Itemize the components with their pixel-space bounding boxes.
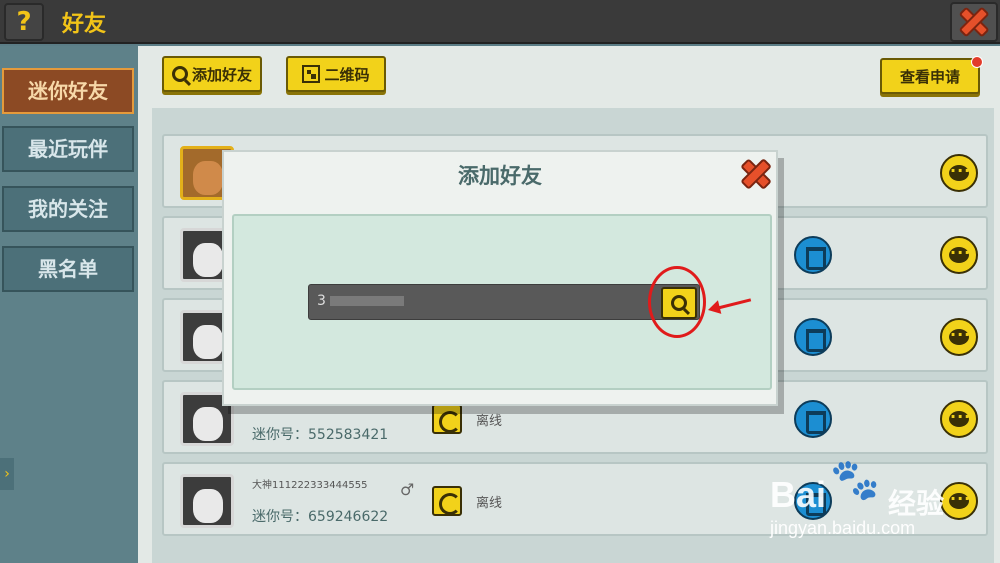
sidebar-expand-handle[interactable]: › <box>0 458 14 490</box>
watermark-url: jingyan.baidu.com <box>770 518 916 538</box>
sidebar-item-recent-players[interactable]: 最近玩伴 <box>2 126 134 172</box>
add-friend-label: 添加好友 <box>191 65 252 84</box>
chat-button[interactable] <box>940 154 978 192</box>
search-icon <box>171 66 188 82</box>
search-input-value: 3 <box>317 293 326 309</box>
delete-friend-button[interactable] <box>794 318 832 356</box>
sidebar-item-blacklist[interactable]: 黑名单 <box>2 246 134 292</box>
blurred-text <box>329 296 404 306</box>
notification-dot <box>971 56 983 68</box>
avatar[interactable] <box>180 474 234 528</box>
dialog-close-icon[interactable] <box>738 156 774 192</box>
mini-number: 迷你号：552583421 <box>252 427 389 443</box>
page-title: 好友 <box>62 12 107 37</box>
nickname: 大神111222333444555 <box>252 480 368 491</box>
top-bar: ? 好友 <box>0 0 1000 44</box>
male-icon: ♂ <box>400 480 415 499</box>
watermark-brand: Bai <box>770 474 827 515</box>
refresh-button[interactable] <box>432 404 462 434</box>
help-button[interactable]: ? <box>4 3 44 41</box>
sidebar: 迷你好友 最近玩伴 我的关注 黑名单 › <box>0 46 138 563</box>
close-button[interactable] <box>950 2 998 42</box>
highlight-circle <box>648 266 706 338</box>
add-friend-button[interactable]: 添加好友 <box>162 56 262 92</box>
dialog-title: 添加好友 <box>458 164 542 188</box>
watermark-brand-cn: 经验 <box>888 487 945 520</box>
chat-button[interactable] <box>940 236 978 274</box>
qr-code-button[interactable]: 二维码 <box>286 56 386 92</box>
delete-friend-button[interactable] <box>794 400 832 438</box>
view-requests-button[interactable]: 查看申请 <box>880 58 980 94</box>
qr-code-label: 二维码 <box>324 65 370 84</box>
paw-icon: 🐾 <box>830 457 880 503</box>
status-text: 离线 <box>476 414 503 429</box>
view-requests-label: 查看申请 <box>899 67 960 86</box>
refresh-button[interactable] <box>432 486 462 516</box>
sidebar-item-following[interactable]: 我的关注 <box>2 186 134 232</box>
search-input[interactable]: 3 <box>308 284 700 320</box>
chat-button[interactable] <box>940 400 978 438</box>
qr-code-icon <box>302 65 321 83</box>
status-text: 离线 <box>476 496 503 511</box>
close-icon <box>956 6 992 38</box>
sidebar-item-mini-friends[interactable]: 迷你好友 <box>2 68 134 114</box>
delete-friend-button[interactable] <box>794 236 832 274</box>
baidu-watermark: 🐾 Bai 经验 jingyan.baidu.com <box>770 456 990 546</box>
mini-number: 迷你号：659246622 <box>252 509 389 525</box>
chat-button[interactable] <box>940 318 978 356</box>
